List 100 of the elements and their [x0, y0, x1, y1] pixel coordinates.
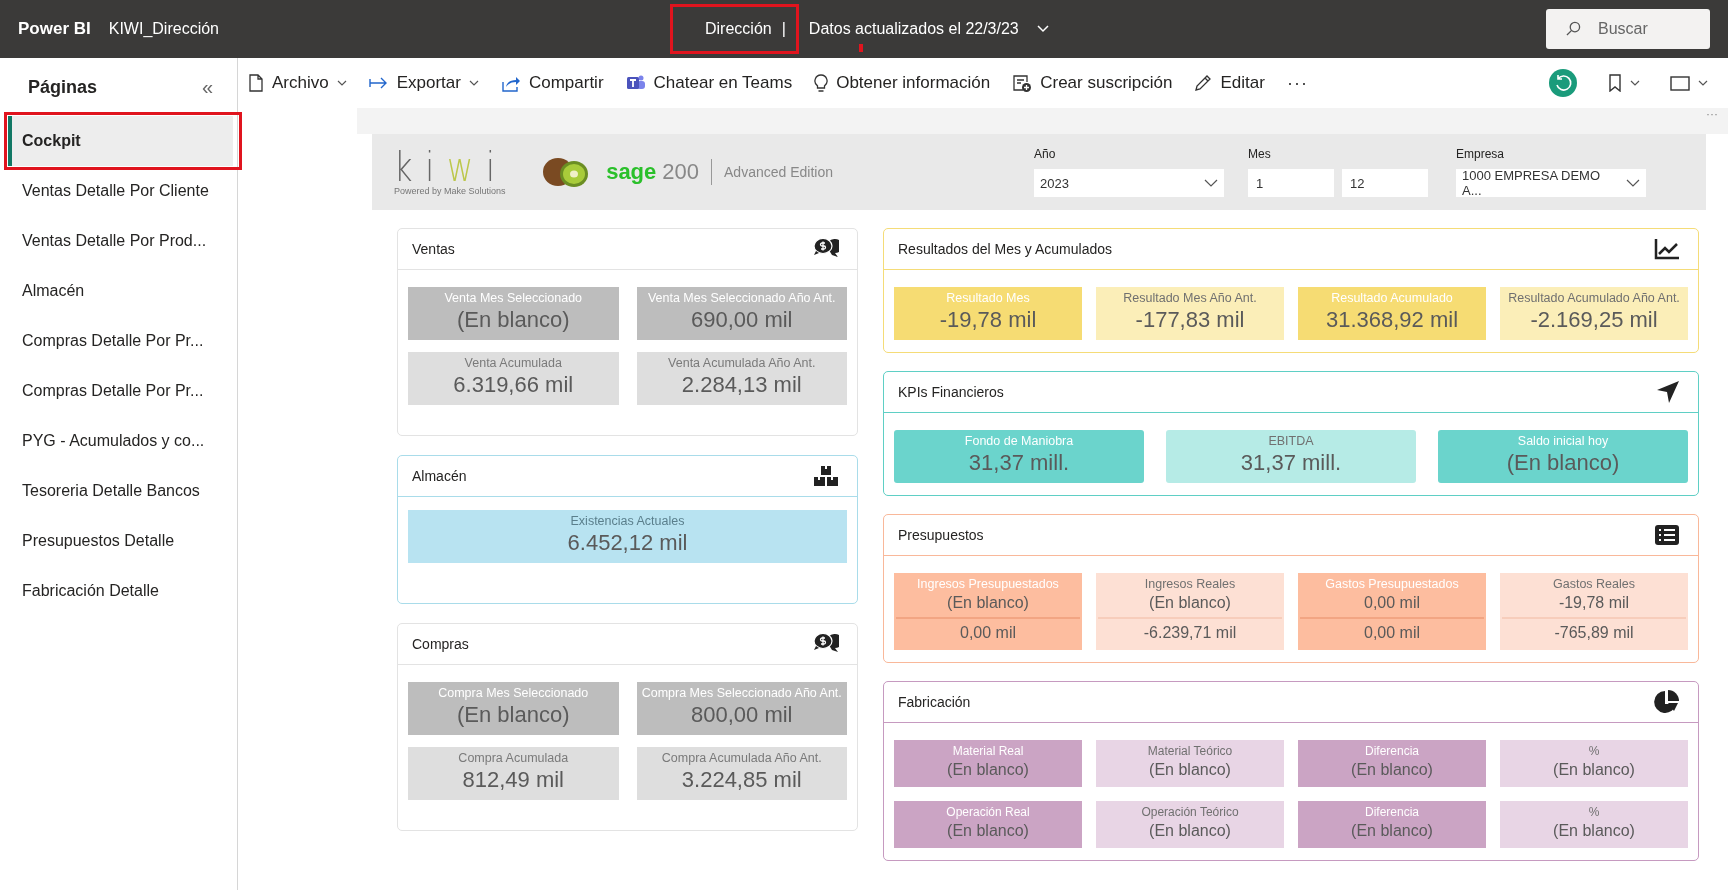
pie-chart-icon: [1654, 689, 1680, 715]
list-icon: [1654, 524, 1680, 546]
caret-icon: [1630, 80, 1640, 86]
tile-title: Material Teórico: [1147, 744, 1233, 758]
tile-title: Operación Real: [946, 805, 1030, 819]
tile-value: 6.452,12 mil: [567, 529, 688, 557]
toolbar-button[interactable]: Crear suscripción: [1012, 73, 1173, 93]
app-name: Power BI: [18, 19, 91, 39]
page-item[interactable]: Presupuestos Detalle: [8, 516, 233, 566]
tile-title: Ingresos Reales: [1144, 577, 1236, 591]
tile-title: Gastos Presupuestados: [1325, 577, 1459, 591]
tile-value: (En blanco): [947, 760, 1029, 780]
export-icon: [368, 76, 389, 90]
page-item[interactable]: Cockpit: [8, 116, 233, 166]
toolbar-button[interactable]: Editar: [1194, 73, 1265, 93]
brand-name: sage: [606, 159, 657, 185]
tile-value: (En blanco): [1506, 449, 1620, 477]
bookmark-icon: [1608, 74, 1622, 92]
page-item[interactable]: Fabricación Detalle: [8, 566, 233, 616]
tile-title: Compra Acumulada Año Ant.: [661, 751, 822, 765]
filter-label: Año: [1034, 147, 1057, 161]
chevron-icon[interactable]: [1036, 25, 1049, 33]
navigation-arrow-icon: [1656, 380, 1680, 404]
tile-title: Resultado Mes Año Ant.: [1123, 291, 1257, 305]
tile-title: Ingresos Presupuestados: [917, 577, 1059, 591]
tile-title: Venta Acumulada: [464, 356, 562, 370]
tile-title: EBITDA: [1268, 434, 1314, 448]
tile-value: 0,00 mil: [1364, 593, 1420, 613]
page-item[interactable]: Almacén: [8, 266, 233, 316]
tile-title: Saldo inicial hoy: [1517, 434, 1609, 448]
money-chat-icon: [813, 238, 839, 260]
tile-value: 0,00 mil: [1364, 623, 1420, 643]
tile-value: 3.224,85 mil: [681, 766, 802, 794]
caret-icon: [336, 80, 347, 86]
lightbulb-icon: [814, 73, 829, 93]
tile-title: Resultado Acumulado: [1331, 291, 1453, 305]
more-options[interactable]: ···: [1706, 108, 1718, 120]
toolbar-button[interactable]: Archivo: [248, 73, 347, 93]
card-title: Almacén: [412, 468, 467, 484]
card-title: KPIs Financieros: [898, 384, 1004, 400]
tile-value: -19,78 mil: [939, 306, 1037, 334]
tile-title: Operación Teórico: [1141, 805, 1239, 819]
toolbar-button[interactable]: Compartir: [500, 73, 604, 93]
subscription-icon: [1012, 73, 1033, 93]
refresh-button[interactable]: [1548, 68, 1578, 98]
tile-title: Fondo de Maniobra: [964, 434, 1074, 448]
tile-title: Resultado Mes: [946, 291, 1030, 305]
page-item[interactable]: Ventas Detalle Por Cliente: [8, 166, 233, 216]
search-field[interactable]: Buscar: [1546, 9, 1710, 49]
tile-title: Diferencia: [1365, 805, 1419, 819]
tile-title: Venta Mes Seleccionado: [444, 291, 583, 305]
tile-title: Resultado Acumulado Año Ant.: [1508, 291, 1680, 305]
filter-label: Mes: [1248, 147, 1272, 161]
tile-value: 6.319,66 mil: [453, 371, 574, 399]
page-item[interactable]: Ventas Detalle Por Prod...: [8, 216, 233, 266]
brand-number: 200: [662, 159, 699, 185]
tile-value: 812,49 mil: [462, 766, 564, 794]
line-chart-icon: [1654, 238, 1680, 260]
more-button[interactable]: ···: [1286, 72, 1308, 94]
tile-title: Material Real: [952, 744, 1024, 758]
toolbar-button[interactable]: Obtener información: [814, 73, 991, 93]
filter-dropdown[interactable]: 1000 EMPRESA DEMO A...: [1456, 169, 1646, 197]
card-title: Ventas: [412, 241, 455, 257]
view-button[interactable]: [1670, 75, 1708, 91]
toolbar-button[interactable]: Chatear en Teams: [625, 73, 793, 93]
page-item[interactable]: PYG - Acumulados y co...: [8, 416, 233, 466]
annotation-mark: [859, 44, 863, 52]
tile-value: 0,00 mil: [960, 623, 1016, 643]
bookmark-button[interactable]: [1608, 74, 1640, 92]
tile-title: Compra Mes Seleccionado Año Ant.: [641, 686, 842, 700]
page-item[interactable]: Tesoreria Detalle Bancos: [8, 466, 233, 516]
card-title: Presupuestos: [898, 527, 984, 543]
caret-icon: [1698, 80, 1708, 86]
tile-value: -177,83 mil: [1135, 306, 1245, 334]
filter-dropdown[interactable]: 2023: [1034, 169, 1224, 197]
update-info[interactable]: Datos actualizados el 22/3/23: [808, 20, 1019, 38]
tile-value: 31.368,92 mil: [1325, 306, 1459, 334]
tile-value: (En blanco): [1351, 760, 1433, 780]
tile-value: (En blanco): [1149, 821, 1231, 841]
tile-title: %: [1588, 805, 1600, 819]
report-name: KIWI_Dirección: [108, 20, 219, 38]
tile-value: -2.169,25 mil: [1530, 306, 1658, 334]
tile-value: -19,78 mil: [1558, 593, 1630, 613]
month-input[interactable]: 12: [1342, 169, 1428, 197]
edition-label: Advanced Edition: [724, 164, 833, 180]
tile-value: (En blanco): [947, 821, 1029, 841]
month-input[interactable]: 1: [1248, 169, 1334, 197]
tile-value: (En blanco): [1149, 593, 1231, 613]
tile-title: Compra Acumulada: [458, 751, 569, 765]
boxes-icon: [813, 465, 839, 487]
tile-title: Venta Mes Seleccionado Año Ant.: [647, 291, 836, 305]
collapse-button[interactable]: «: [201, 75, 213, 99]
toolbar-button[interactable]: Exportar: [368, 73, 479, 93]
caret-icon: [468, 80, 479, 86]
card-title: Fabricación: [898, 694, 971, 710]
page-item[interactable]: Compras Detalle Por Pr...: [8, 316, 233, 366]
card-title: Resultados del Mes y Acumulados: [898, 241, 1112, 257]
pencil-icon: [1194, 74, 1213, 92]
page-item[interactable]: Compras Detalle Por Pr...: [8, 366, 233, 416]
chevron-icon: [1204, 179, 1218, 187]
